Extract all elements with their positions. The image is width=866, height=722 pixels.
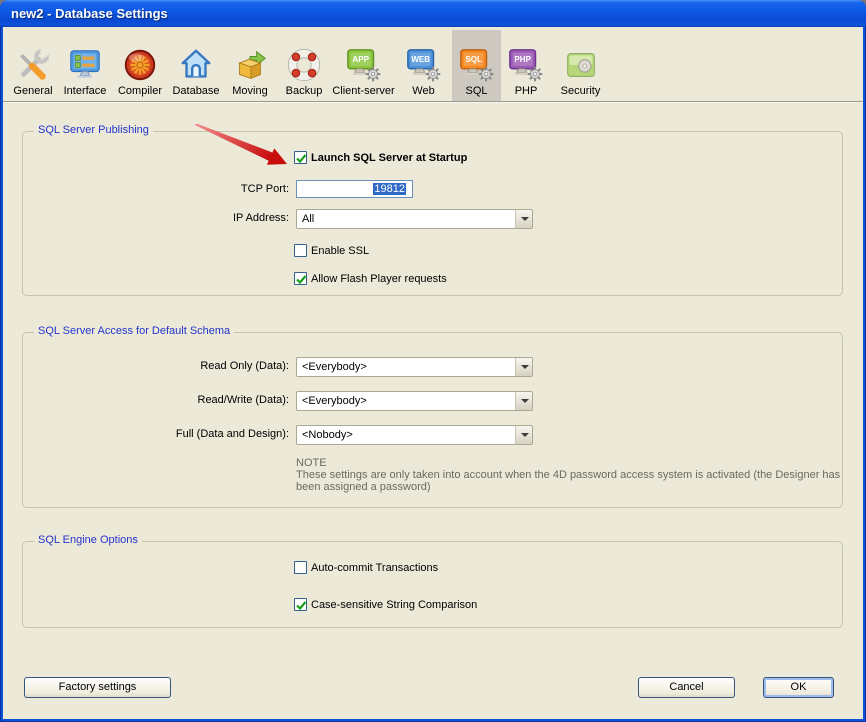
backup-lifebuoy-icon [285,46,323,84]
group-title: SQL Server Publishing [34,124,153,136]
toolbar-item-label: Client-server [332,85,394,97]
toolbar-item-compiler[interactable]: Compiler [112,30,168,101]
interface-monitor-icon [66,46,104,84]
title-bar[interactable]: new2 - Database Settings [0,0,866,27]
svg-text:PHP: PHP [514,55,531,64]
compiler-wheel-icon [121,46,159,84]
toolbar-item-security[interactable]: Security [551,30,610,101]
read-only-label: Read Only (Data): [123,360,289,372]
allow-flash-label: Allow Flash Player requests [311,273,447,285]
sql-monitor-icon: SQL [458,46,496,84]
note-text: These settings are only taken into accou… [296,469,848,493]
toolbar-item-label: General [13,85,52,97]
case-sensitive-label: Case-sensitive String Comparison [311,599,477,611]
moving-box-icon [231,46,269,84]
web-monitor-icon: WEB [405,46,443,84]
toolbar-item-label: PHP [515,85,538,97]
tcp-port-input[interactable]: 19812 [296,180,413,198]
toolbar-divider [3,101,863,103]
allow-flash-checkbox[interactable] [294,272,307,285]
autocommit-label: Auto-commit Transactions [311,562,438,574]
group-title: SQL Engine Options [34,534,142,546]
toolbar-item-general[interactable]: General [8,30,58,101]
read-write-select[interactable]: <Everybody> [296,391,533,411]
settings-toolbar: General Interface [8,30,610,101]
toolbar-item-label: Database [172,85,219,97]
security-card-icon [562,46,600,84]
annotation-arrow-icon [195,124,295,166]
svg-text:APP: APP [352,55,369,64]
toolbar-item-moving[interactable]: Moving [224,30,276,101]
toolbar-item-php[interactable]: PHP PHP [501,30,551,101]
toolbar-item-label: Compiler [118,85,162,97]
group-sql-server-access: SQL Server Access for Default Schema Rea… [22,332,843,508]
toolbar-item-interface[interactable]: Interface [58,30,112,101]
case-sensitive-checkbox[interactable] [294,598,307,611]
chevron-down-icon[interactable] [515,392,532,410]
tcp-port-label: TCP Port: [123,183,289,195]
window-title: new2 - Database Settings [11,0,168,27]
toolbar-item-database[interactable]: Database [168,30,224,101]
enable-ssl-label: Enable SSL [311,245,369,257]
group-sql-server-publishing: SQL Server Publishing Launch SQL Server … [22,131,843,296]
ok-button[interactable]: OK [763,677,834,698]
toolbar-item-backup[interactable]: Backup [276,30,332,101]
database-settings-dialog: new2 - Database Settings General [0,0,866,722]
note-title: NOTE [296,457,327,469]
factory-settings-button[interactable]: Factory settings [24,677,171,698]
autocommit-checkbox[interactable] [294,561,307,574]
group-title: SQL Server Access for Default Schema [34,325,234,337]
full-access-label: Full (Data and Design): [123,428,289,440]
check-icon [295,273,308,286]
tcp-port-value: 19812 [373,183,406,195]
chevron-down-icon[interactable] [515,426,532,444]
toolbar-item-sql[interactable]: SQL SQL [452,30,501,101]
toolbar-item-label: Backup [286,85,323,97]
group-sql-engine-options: SQL Engine Options Auto-commit Transacti… [22,541,843,628]
toolbar-item-label: Security [561,85,601,97]
toolbar-item-web[interactable]: WEB Web [395,30,452,101]
toolbar-item-client-server[interactable]: APP Client-server [332,30,395,101]
launch-sql-server-checkbox[interactable] [294,151,307,164]
full-access-value: <Nobody> [302,426,512,444]
read-write-value: <Everybody> [302,392,512,410]
svg-text:WEB: WEB [411,55,430,64]
read-only-select[interactable]: <Everybody> [296,357,533,377]
tools-icon [14,46,52,84]
svg-text:SQL: SQL [465,55,482,64]
php-monitor-icon: PHP [507,46,545,84]
launch-sql-server-label: Launch SQL Server at Startup [311,152,467,164]
read-only-value: <Everybody> [302,358,512,376]
toolbar-item-label: Moving [232,85,267,97]
ip-address-select[interactable]: All [296,209,533,229]
chevron-down-icon[interactable] [515,210,532,228]
toolbar-item-label: SQL [465,85,487,97]
check-icon [295,599,308,612]
read-write-label: Read/Write (Data): [123,394,289,406]
toolbar-item-label: Web [412,85,434,97]
ip-address-label: IP Address: [123,212,289,224]
full-access-select[interactable]: <Nobody> [296,425,533,445]
client-server-app-icon: APP [345,46,383,84]
check-icon [295,152,308,165]
cancel-button[interactable]: Cancel [638,677,735,698]
enable-ssl-checkbox[interactable] [294,244,307,257]
database-home-icon [177,46,215,84]
ip-address-value: All [302,210,512,228]
chevron-down-icon[interactable] [515,358,532,376]
toolbar-item-label: Interface [64,85,107,97]
